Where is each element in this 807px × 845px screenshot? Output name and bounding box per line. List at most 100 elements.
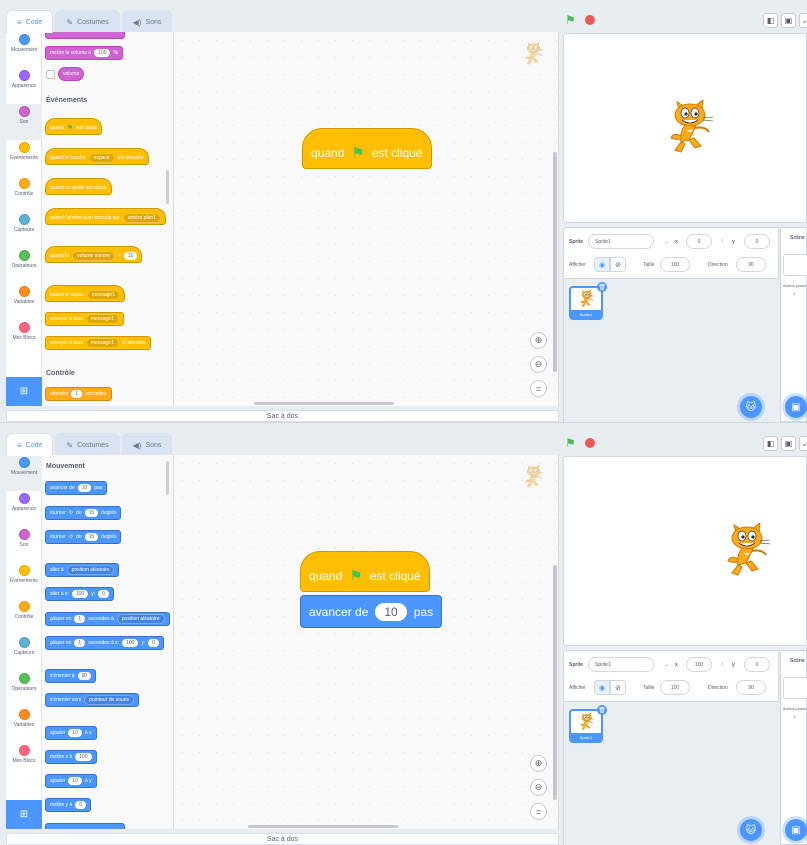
add-backdrop-button[interactable]: ▣: [785, 396, 807, 418]
zoom-in-button[interactable]: ⊕: [530, 755, 547, 772]
block-when-backdrop-switches[interactable]: quand l'arrière-plan bascule sur arrière …: [45, 208, 166, 225]
script-area[interactable]: quand ⚑ est cliqué avancer de 10 pas ⊕ ⊖ =: [174, 455, 559, 829]
stage-thumbnail[interactable]: [783, 254, 807, 276]
block-go-to-xy[interactable]: aller à x: 100 y: 0: [45, 587, 114, 601]
block-glide-to[interactable]: glisser en 1 secondes à position aléatoire: [45, 612, 170, 626]
category-motion[interactable]: Mouvement: [6, 32, 42, 68]
block-go-to[interactable]: aller à position aléatoire: [45, 563, 120, 577]
y-field[interactable]: 0: [744, 657, 770, 672]
category-operators[interactable]: Opérateurs: [6, 671, 42, 707]
large-stage-icon[interactable]: ▣: [781, 13, 796, 28]
block-volume-reporter[interactable]: volume: [58, 67, 85, 81]
category-operators[interactable]: Opérateurs: [6, 248, 42, 284]
block-when-i-receive[interactable]: quand je reçois message1: [45, 285, 125, 302]
tab-costumes[interactable]: ✎ Costumes: [55, 10, 120, 33]
show-sprite-button[interactable]: ◉: [594, 680, 610, 695]
category-my-blocks[interactable]: Mes Blocs: [6, 743, 42, 779]
block-when-flag-clicked[interactable]: quand ⚑ est cliqué: [45, 118, 103, 135]
add-sprite-button[interactable]: 🐱: [740, 396, 762, 418]
small-stage-icon[interactable]: ◧: [763, 436, 778, 451]
tab-costumes[interactable]: ✎ Costumes: [55, 433, 120, 456]
block-set-volume[interactable]: mettre le volume à 100%: [45, 46, 123, 60]
stage-target-panel[interactable]: Scène Arrière-plans 1: [780, 650, 807, 845]
category-my-blocks[interactable]: Mes Blocs: [6, 320, 42, 356]
script-horizontal-scrollbar[interactable]: [248, 825, 398, 828]
direction-field[interactable]: 90: [736, 680, 766, 695]
volume-monitor-checkbox[interactable]: [46, 70, 55, 79]
stage-thumbnail[interactable]: [783, 677, 807, 699]
category-events[interactable]: Événements: [6, 140, 42, 176]
fullscreen-icon[interactable]: ⤢: [799, 13, 807, 28]
category-variables[interactable]: Variables: [6, 284, 42, 320]
stage-target-panel[interactable]: Scène Arrière-plans 1: [780, 227, 807, 422]
y-field[interactable]: 0: [744, 234, 770, 249]
add-sprite-button[interactable]: 🐱: [740, 819, 762, 841]
large-stage-icon[interactable]: ▣: [781, 436, 796, 451]
stop-icon[interactable]: [585, 15, 595, 25]
x-field[interactable]: 100: [686, 657, 712, 672]
block-when-sprite-clicked[interactable]: quand ce sprite est cliqué: [45, 178, 112, 195]
show-sprite-button[interactable]: ◉: [594, 257, 610, 272]
zoom-out-button[interactable]: ⊖: [530, 356, 547, 373]
stage[interactable]: [563, 33, 807, 223]
size-field[interactable]: 100: [660, 680, 690, 695]
category-sound[interactable]: Son: [6, 104, 42, 140]
block-glide-to-xy[interactable]: glisser en 1 secondes à x: 100 y: 0: [45, 636, 165, 650]
script-move-steps[interactable]: avancer de 10 pas: [300, 595, 443, 628]
palette-scrollbar[interactable]: [166, 461, 169, 495]
block-when-key-pressed[interactable]: quand la touche espace est pressée: [45, 148, 149, 165]
green-flag-icon[interactable]: ⚑: [565, 13, 576, 27]
block-broadcast[interactable]: envoyer à tous message1: [45, 312, 124, 326]
small-stage-icon[interactable]: ◧: [763, 13, 778, 28]
block-point-towards[interactable]: s'orienter vers pointeur de souris: [45, 693, 139, 707]
block-turn-right[interactable]: tourner ↻ de 15 degrés: [45, 506, 122, 520]
block-set-x[interactable]: mettre x à 100: [45, 750, 97, 764]
block-broadcast-and-wait[interactable]: envoyer à tous message1 et attendre: [45, 336, 151, 350]
category-looks[interactable]: Apparence: [6, 491, 42, 527]
green-flag-icon[interactable]: ⚑: [565, 436, 576, 450]
block-point-in-direction[interactable]: s'orienter à 90: [45, 669, 97, 683]
category-looks[interactable]: Apparence: [6, 68, 42, 104]
sprite-cat[interactable]: [665, 100, 717, 156]
category-events[interactable]: Événements: [6, 563, 42, 599]
block-wait[interactable]: attendre 1 secondes: [45, 387, 112, 401]
add-extension-button[interactable]: ⊞: [6, 800, 42, 829]
add-extension-button[interactable]: ⊞: [6, 377, 42, 406]
tab-code[interactable]: ≡ Code: [6, 433, 54, 456]
category-sensing[interactable]: Capteurs: [6, 212, 42, 248]
script-when-flag-clicked[interactable]: quand ⚑ est cliqué: [300, 551, 430, 592]
zoom-reset-button[interactable]: =: [530, 380, 547, 397]
sprite-name-field[interactable]: Sprite1: [588, 657, 654, 672]
hide-sprite-button[interactable]: ⊘: [610, 680, 626, 695]
hide-sprite-button[interactable]: ⊘: [610, 257, 626, 272]
tab-code[interactable]: ≡ Code: [6, 10, 54, 33]
backpack[interactable]: Sac à dos: [6, 833, 559, 845]
sprite-thumbnail[interactable]: Sprite1 🗑: [569, 282, 607, 320]
zoom-out-button[interactable]: ⊖: [530, 779, 547, 796]
tab-sounds[interactable]: ◀) Sons: [121, 10, 173, 33]
block-when-loudness[interactable]: quand le volume sonore >10: [45, 246, 143, 263]
block-set-y[interactable]: mettre y à0: [45, 798, 92, 812]
direction-field[interactable]: 90: [736, 257, 766, 272]
sprite-cat[interactable]: [722, 523, 774, 579]
sprite-thumbnail[interactable]: Sprite1 🗑: [569, 705, 607, 743]
category-sound[interactable]: Son: [6, 527, 42, 563]
backpack[interactable]: Sac à dos: [6, 410, 559, 422]
motion-block-partial[interactable]: [45, 823, 125, 829]
size-field[interactable]: 100: [660, 257, 690, 272]
category-control[interactable]: Contrôle: [6, 176, 42, 212]
sprite-name-field[interactable]: Sprite1: [588, 234, 654, 249]
fullscreen-icon[interactable]: ⤢: [799, 436, 807, 451]
tab-sounds[interactable]: ◀) Sons: [121, 433, 173, 456]
palette-scrollbar[interactable]: [166, 170, 169, 204]
block-change-x[interactable]: ajouter 10 à x: [45, 726, 97, 740]
trash-icon[interactable]: 🗑: [597, 705, 607, 715]
zoom-in-button[interactable]: ⊕: [530, 332, 547, 349]
script-area[interactable]: quand ⚑ est cliqué ⊕ ⊖ =: [174, 32, 559, 406]
x-field[interactable]: 0: [686, 234, 712, 249]
script-horizontal-scrollbar[interactable]: [254, 402, 394, 405]
category-sensing[interactable]: Capteurs: [6, 635, 42, 671]
stage[interactable]: [563, 456, 807, 646]
script-vertical-scrollbar[interactable]: [553, 152, 557, 372]
script-vertical-scrollbar[interactable]: [553, 565, 557, 800]
